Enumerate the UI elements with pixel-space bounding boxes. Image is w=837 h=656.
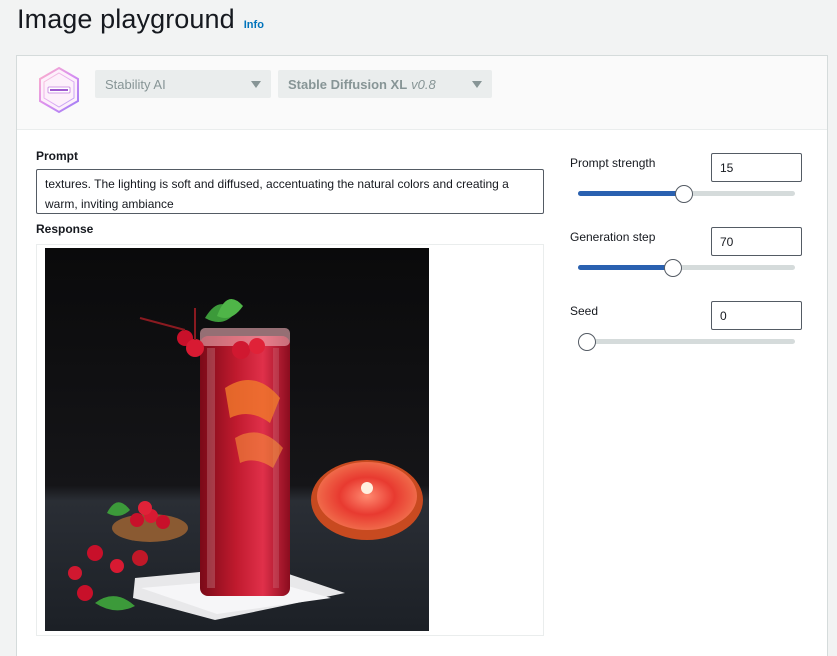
chevron-down-icon xyxy=(472,81,482,88)
generated-cocktail-image xyxy=(45,248,429,631)
response-area xyxy=(36,244,544,636)
slider-track xyxy=(578,339,795,344)
response-label: Response xyxy=(36,222,94,236)
prompt-strength-slider[interactable] xyxy=(578,185,795,203)
page-header: Image playground Info xyxy=(17,4,264,35)
model-select-name: Stable Diffusion XL xyxy=(288,76,408,92)
provider-select-value: Stability AI xyxy=(105,76,166,92)
model-select-version: v0.8 xyxy=(411,76,436,92)
model-selector-bar: Stability AI Stable Diffusion XL v0.8 xyxy=(17,56,827,130)
prompt-input[interactable]: textures. The lighting is soft and diffu… xyxy=(36,169,544,214)
page-title: Image playground xyxy=(17,4,235,34)
seed-label: Seed xyxy=(570,304,599,318)
generation-step-input[interactable]: 70 xyxy=(711,227,802,256)
stability-ai-logo-icon xyxy=(39,66,79,114)
model-select[interactable]: Stable Diffusion XL v0.8 xyxy=(278,70,492,98)
slider-fill xyxy=(578,265,674,270)
prompt-strength-label: Prompt strength xyxy=(570,156,656,170)
provider-select[interactable]: Stability AI xyxy=(95,70,271,98)
slider-fill xyxy=(578,191,685,196)
slider-thumb[interactable] xyxy=(675,185,694,203)
prompt-label: Prompt xyxy=(36,149,78,163)
chevron-down-icon xyxy=(251,81,261,88)
info-link[interactable]: Info xyxy=(244,19,264,31)
slider-thumb[interactable] xyxy=(664,259,683,277)
generation-step-label: Generation step xyxy=(570,230,656,244)
prompt-strength-input[interactable]: 15 xyxy=(711,153,802,182)
slider-thumb[interactable] xyxy=(578,333,596,351)
seed-input[interactable]: 0 xyxy=(711,301,802,330)
generation-step-slider[interactable] xyxy=(578,259,795,277)
playground-panel: Stability AI Stable Diffusion XL v0.8 Pr… xyxy=(16,55,828,656)
seed-slider[interactable] xyxy=(578,333,795,351)
